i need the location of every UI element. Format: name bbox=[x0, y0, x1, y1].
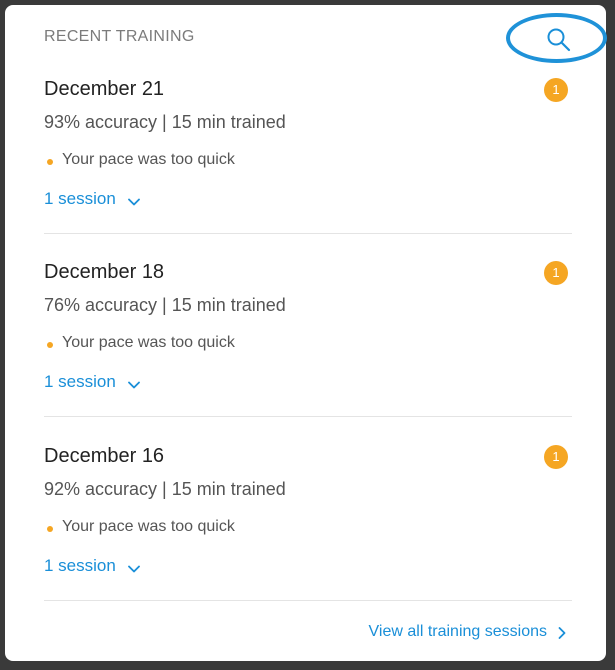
notification-badge: 1 bbox=[544, 78, 568, 102]
session-date: December 21 bbox=[44, 78, 165, 100]
window-frame: RECENT TRAINING December 21 1 93% accura… bbox=[0, 0, 615, 670]
sessions-expand-toggle[interactable]: 1 session bbox=[44, 189, 140, 209]
chevron-down-icon bbox=[127, 193, 140, 206]
warning-dot-icon bbox=[47, 342, 53, 348]
warning-dot-icon bbox=[47, 159, 53, 165]
recent-training-card: RECENT TRAINING December 21 1 93% accura… bbox=[5, 5, 607, 661]
search-icon[interactable] bbox=[546, 27, 572, 53]
notification-badge: 1 bbox=[544, 261, 568, 285]
divider bbox=[44, 233, 572, 234]
divider bbox=[44, 600, 572, 601]
session-stats: 93% accuracy | 15 min trained bbox=[44, 112, 286, 132]
session-date: December 18 bbox=[44, 261, 165, 283]
session-item: December 16 1 92% accuracy | 15 min trai… bbox=[44, 445, 572, 615]
sessions-expand-toggle[interactable]: 1 session bbox=[44, 372, 140, 392]
session-note: Your pace was too quick bbox=[62, 518, 235, 535]
view-all-label: View all training sessions bbox=[368, 623, 547, 640]
warning-dot-icon bbox=[47, 526, 53, 532]
session-stats: 92% accuracy | 15 min trained bbox=[44, 479, 286, 499]
divider bbox=[44, 416, 572, 417]
notification-badge: 1 bbox=[544, 445, 568, 469]
sessions-toggle-label: 1 session bbox=[44, 556, 116, 575]
view-all-sessions-link[interactable]: View all training sessions bbox=[369, 623, 567, 641]
session-stats: 76% accuracy | 15 min trained bbox=[44, 295, 286, 315]
sessions-expand-toggle[interactable]: 1 session bbox=[44, 556, 140, 576]
chevron-down-icon bbox=[127, 376, 140, 389]
session-item: December 21 1 93% accuracy | 15 min trai… bbox=[44, 78, 572, 248]
session-date: December 16 bbox=[44, 445, 165, 467]
sessions-toggle-label: 1 session bbox=[44, 189, 116, 208]
chevron-down-icon bbox=[127, 560, 140, 573]
section-title: RECENT TRAINING bbox=[44, 28, 195, 45]
sessions-toggle-label: 1 session bbox=[44, 372, 116, 391]
session-note: Your pace was too quick bbox=[62, 334, 235, 351]
session-item: December 18 1 76% accuracy | 15 min trai… bbox=[44, 261, 572, 431]
session-note: Your pace was too quick bbox=[62, 151, 235, 168]
chevron-right-icon bbox=[557, 626, 567, 639]
